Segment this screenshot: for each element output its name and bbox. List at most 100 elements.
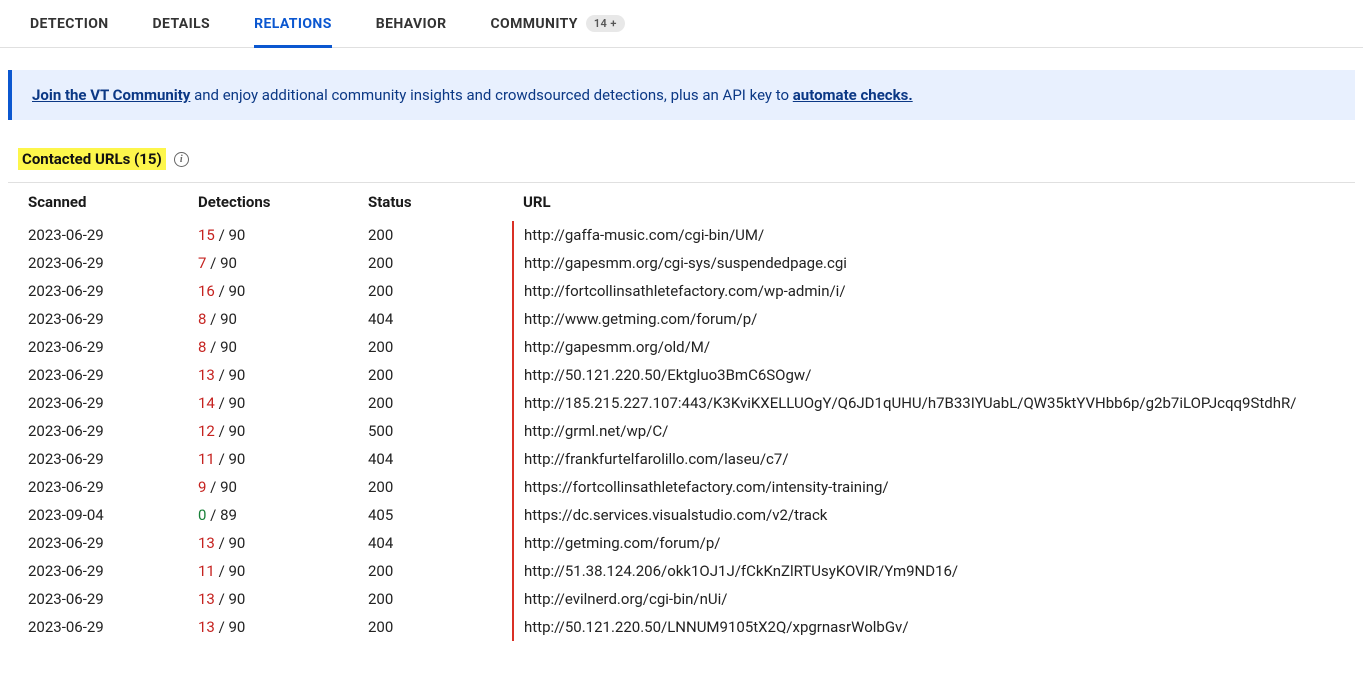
cell-url: https://dc.services.visualstudio.com/v2/…	[513, 501, 1355, 529]
join-community-link[interactable]: Join the VT Community	[32, 86, 190, 104]
cell-url: http://185.215.227.107:443/K3KviKXELLUOg…	[513, 389, 1355, 417]
cell-status: 405	[348, 501, 513, 529]
detections-count: 9	[198, 478, 206, 496]
cell-status: 200	[348, 249, 513, 277]
detections-count: 12	[198, 422, 215, 440]
cell-detections: 9 / 90	[178, 473, 348, 501]
cell-url: http://gapesmm.org/old/M/	[513, 333, 1355, 361]
cell-status: 200	[348, 333, 513, 361]
detections-count: 11	[198, 450, 215, 468]
table-row[interactable]: 2023-09-040 / 89405https://dc.services.v…	[8, 501, 1355, 529]
cell-scanned: 2023-06-29	[8, 529, 178, 557]
cell-detections: 13 / 90	[178, 613, 348, 641]
table-row[interactable]: 2023-06-2912 / 90500http://grml.net/wp/C…	[8, 417, 1355, 445]
cell-scanned: 2023-06-29	[8, 557, 178, 585]
cell-scanned: 2023-06-29	[8, 333, 178, 361]
table-row[interactable]: 2023-06-2911 / 90404http://frankfurtelfa…	[8, 445, 1355, 473]
cell-status: 200	[348, 389, 513, 417]
col-header-url[interactable]: URL	[513, 183, 1355, 221]
cell-status: 200	[348, 585, 513, 613]
section-header: Contacted URLs (15) i	[18, 148, 1363, 170]
tab-bar: DETECTION DETAILS RELATIONS BEHAVIOR COM…	[0, 0, 1363, 48]
automate-checks-link[interactable]: automate checks.	[793, 86, 913, 104]
cell-scanned: 2023-09-04	[8, 501, 178, 529]
table-row[interactable]: 2023-06-298 / 90200http://gapesmm.org/ol…	[8, 333, 1355, 361]
detections-count: 13	[198, 618, 215, 636]
cell-status: 200	[348, 221, 513, 249]
cell-status: 200	[348, 557, 513, 585]
cell-detections: 13 / 90	[178, 529, 348, 557]
cell-status: 200	[348, 473, 513, 501]
cell-scanned: 2023-06-29	[8, 249, 178, 277]
table-body: 2023-06-2915 / 90200http://gaffa-music.c…	[8, 221, 1355, 641]
detections-count: 16	[198, 282, 215, 300]
cell-scanned: 2023-06-29	[8, 613, 178, 641]
cell-status: 404	[348, 445, 513, 473]
detections-count: 11	[198, 562, 215, 580]
cell-detections: 0 / 89	[178, 501, 348, 529]
cell-url: http://gapesmm.org/cgi-sys/suspendedpage…	[513, 249, 1355, 277]
cell-scanned: 2023-06-29	[8, 585, 178, 613]
table-row[interactable]: 2023-06-2916 / 90200http://fortcollinsat…	[8, 277, 1355, 305]
contacted-urls-table: Scanned Detections Status URL 2023-06-29…	[8, 183, 1355, 641]
cell-url: http://fortcollinsathletefactory.com/wp-…	[513, 277, 1355, 305]
cell-detections: 8 / 90	[178, 305, 348, 333]
col-header-scanned[interactable]: Scanned	[8, 183, 178, 221]
col-header-status[interactable]: Status	[348, 183, 513, 221]
cell-detections: 11 / 90	[178, 445, 348, 473]
contacted-urls-table-wrap: Scanned Detections Status URL 2023-06-29…	[8, 182, 1355, 641]
cell-scanned: 2023-06-29	[8, 417, 178, 445]
tab-community-label: COMMUNITY	[490, 16, 577, 32]
tab-details[interactable]: DETAILS	[153, 0, 211, 48]
banner-container: Join the VT Community and enjoy addition…	[0, 48, 1363, 120]
table-row[interactable]: 2023-06-2913 / 90200http://50.121.220.50…	[8, 361, 1355, 389]
table-row[interactable]: 2023-06-299 / 90200https://fortcollinsat…	[8, 473, 1355, 501]
cell-detections: 11 / 90	[178, 557, 348, 585]
contacted-urls-title: Contacted URLs (15)	[18, 148, 166, 170]
table-row[interactable]: 2023-06-2914 / 90200http://185.215.227.1…	[8, 389, 1355, 417]
cell-status: 500	[348, 417, 513, 445]
tab-community[interactable]: COMMUNITY 14 +	[490, 0, 624, 48]
cell-url: http://gaffa-music.com/cgi-bin/UM/	[513, 221, 1355, 249]
cell-scanned: 2023-06-29	[8, 277, 178, 305]
detections-count: 0	[198, 506, 206, 524]
col-header-detections[interactable]: Detections	[178, 183, 348, 221]
cell-detections: 16 / 90	[178, 277, 348, 305]
cell-url: http://51.38.124.206/okk1OJ1J/fCkKnZlRTU…	[513, 557, 1355, 585]
table-row[interactable]: 2023-06-297 / 90200http://gapesmm.org/cg…	[8, 249, 1355, 277]
detections-count: 7	[198, 254, 206, 272]
cell-status: 200	[348, 277, 513, 305]
cell-scanned: 2023-06-29	[8, 445, 178, 473]
cell-detections: 8 / 90	[178, 333, 348, 361]
cell-status: 200	[348, 361, 513, 389]
cell-detections: 15 / 90	[178, 221, 348, 249]
cell-scanned: 2023-06-29	[8, 221, 178, 249]
detections-count: 15	[198, 226, 215, 244]
cell-scanned: 2023-06-29	[8, 361, 178, 389]
table-row[interactable]: 2023-06-298 / 90404http://www.getming.co…	[8, 305, 1355, 333]
tab-relations[interactable]: RELATIONS	[254, 0, 332, 48]
detections-count: 13	[198, 590, 215, 608]
detections-count: 8	[198, 310, 206, 328]
table-header-row: Scanned Detections Status URL	[8, 183, 1355, 221]
cell-scanned: 2023-06-29	[8, 473, 178, 501]
table-row[interactable]: 2023-06-2915 / 90200http://gaffa-music.c…	[8, 221, 1355, 249]
join-community-banner: Join the VT Community and enjoy addition…	[8, 70, 1355, 120]
table-row[interactable]: 2023-06-2913 / 90200http://50.121.220.50…	[8, 613, 1355, 641]
cell-scanned: 2023-06-29	[8, 389, 178, 417]
cell-url: http://grml.net/wp/C/	[513, 417, 1355, 445]
cell-status: 404	[348, 305, 513, 333]
cell-url: https://fortcollinsathletefactory.com/in…	[513, 473, 1355, 501]
cell-detections: 7 / 90	[178, 249, 348, 277]
tab-detection[interactable]: DETECTION	[30, 0, 109, 48]
cell-url: http://evilnerd.org/cgi-bin/nUi/	[513, 585, 1355, 613]
tab-behavior[interactable]: BEHAVIOR	[376, 0, 447, 48]
table-row[interactable]: 2023-06-2911 / 90200http://51.38.124.206…	[8, 557, 1355, 585]
detections-count: 13	[198, 534, 215, 552]
table-row[interactable]: 2023-06-2913 / 90404http://getming.com/f…	[8, 529, 1355, 557]
info-icon[interactable]: i	[174, 152, 189, 167]
cell-url: http://50.121.220.50/LNNUM9105tX2Q/xpgrn…	[513, 613, 1355, 641]
cell-status: 200	[348, 613, 513, 641]
detections-count: 8	[198, 338, 206, 356]
table-row[interactable]: 2023-06-2913 / 90200http://evilnerd.org/…	[8, 585, 1355, 613]
